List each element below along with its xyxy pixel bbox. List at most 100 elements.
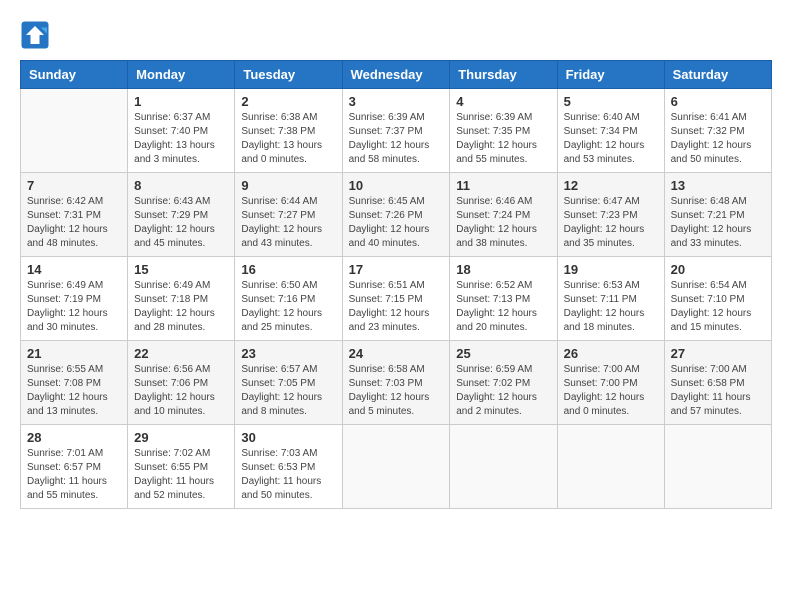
- day-info: Sunrise: 6:48 AMSunset: 7:21 PMDaylight:…: [671, 195, 765, 251]
- calendar-cell: 3 Sunrise: 6:39 AMSunset: 7:37 PMDaylight…: [342, 89, 450, 173]
- calendar-cell: 11 Sunrise: 6:46 AMSunset: 7:24 PMDayligh…: [450, 173, 557, 257]
- calendar: SundayMondayTuesdayWednesdayThursdayFrid…: [20, 60, 772, 509]
- day-number: 5: [564, 94, 658, 109]
- day-info: Sunrise: 6:43 AMSunset: 7:29 PMDaylight:…: [134, 195, 228, 251]
- day-info: Sunrise: 6:46 AMSunset: 7:24 PMDaylight:…: [456, 195, 550, 251]
- calendar-cell: 21 Sunrise: 6:55 AMSunset: 7:08 PMDayligh…: [21, 341, 128, 425]
- calendar-cell: 29 Sunrise: 7:02 AMSunset: 6:55 PMDayligh…: [128, 425, 235, 509]
- calendar-cell: 27Sunrise: 7:00 AMSunset: 6:58 PMDayligh…: [664, 341, 771, 425]
- day-info: Sunrise: 6:45 AMSunset: 7:26 PMDaylight:…: [349, 195, 444, 251]
- column-header-thursday: Thursday: [450, 61, 557, 89]
- day-number: 17: [349, 262, 444, 277]
- day-number: 16: [241, 262, 335, 277]
- calendar-cell: 4 Sunrise: 6:39 AMSunset: 7:35 PMDaylight…: [450, 89, 557, 173]
- day-info: Sunrise: 7:00 AMSunset: 6:58 PMDaylight:…: [671, 363, 765, 419]
- day-info: Sunrise: 7:00 AMSunset: 7:00 PMDaylight:…: [564, 363, 658, 419]
- day-info: Sunrise: 6:37 AMSunset: 7:40 PMDaylight:…: [134, 111, 228, 167]
- day-number: 2: [241, 94, 335, 109]
- day-info: Sunrise: 6:53 AMSunset: 7:11 PMDaylight:…: [564, 279, 658, 335]
- day-info: Sunrise: 6:56 AMSunset: 7:06 PMDaylight:…: [134, 363, 228, 419]
- day-info: Sunrise: 6:54 AMSunset: 7:10 PMDaylight:…: [671, 279, 765, 335]
- calendar-cell: 26 Sunrise: 7:00 AMSunset: 7:00 PMDayligh…: [557, 341, 664, 425]
- day-info: Sunrise: 6:55 AMSunset: 7:08 PMDaylight:…: [27, 363, 121, 419]
- day-number: 6: [671, 94, 765, 109]
- calendar-cell: 12 Sunrise: 6:47 AMSunset: 7:23 PMDayligh…: [557, 173, 664, 257]
- day-number: 15: [134, 262, 228, 277]
- calendar-cell: 20 Sunrise: 6:54 AMSunset: 7:10 PMDayligh…: [664, 257, 771, 341]
- day-number: 18: [456, 262, 550, 277]
- day-number: 21: [27, 346, 121, 361]
- calendar-week-row: 7 Sunrise: 6:42 AMSunset: 7:31 PMDaylight…: [21, 173, 772, 257]
- calendar-cell: 19 Sunrise: 6:53 AMSunset: 7:11 PMDayligh…: [557, 257, 664, 341]
- day-number: 23: [241, 346, 335, 361]
- calendar-cell: 1Sunrise: 6:37 AMSunset: 7:40 PMDaylight…: [128, 89, 235, 173]
- calendar-week-row: 14 Sunrise: 6:49 AMSunset: 7:19 PMDayligh…: [21, 257, 772, 341]
- day-info: Sunrise: 6:50 AMSunset: 7:16 PMDaylight:…: [241, 279, 335, 335]
- day-info: Sunrise: 6:57 AMSunset: 7:05 PMDaylight:…: [241, 363, 335, 419]
- day-number: 26: [564, 346, 658, 361]
- calendar-cell: 9 Sunrise: 6:44 AMSunset: 7:27 PMDaylight…: [235, 173, 342, 257]
- calendar-cell: 28 Sunrise: 7:01 AMSunset: 6:57 PMDayligh…: [21, 425, 128, 509]
- calendar-cell: [342, 425, 450, 509]
- calendar-cell: 5 Sunrise: 6:40 AMSunset: 7:34 PMDaylight…: [557, 89, 664, 173]
- day-info: Sunrise: 6:58 AMSunset: 7:03 PMDaylight:…: [349, 363, 444, 419]
- calendar-cell: [664, 425, 771, 509]
- day-number: 12: [564, 178, 658, 193]
- day-number: 14: [27, 262, 121, 277]
- column-header-friday: Friday: [557, 61, 664, 89]
- day-number: 13: [671, 178, 765, 193]
- calendar-cell: 6 Sunrise: 6:41 AMSunset: 7:32 PMDaylight…: [664, 89, 771, 173]
- calendar-cell: 24 Sunrise: 6:58 AMSunset: 7:03 PMDayligh…: [342, 341, 450, 425]
- day-info: Sunrise: 7:02 AMSunset: 6:55 PMDaylight:…: [134, 447, 228, 503]
- calendar-cell: 22 Sunrise: 6:56 AMSunset: 7:06 PMDayligh…: [128, 341, 235, 425]
- day-number: 24: [349, 346, 444, 361]
- day-info: Sunrise: 7:01 AMSunset: 6:57 PMDaylight:…: [27, 447, 121, 503]
- day-number: 28: [27, 430, 121, 445]
- column-header-monday: Monday: [128, 61, 235, 89]
- logo: [20, 20, 54, 50]
- day-info: Sunrise: 6:38 AMSunset: 7:38 PMDaylight:…: [241, 111, 335, 167]
- day-info: Sunrise: 6:49 AMSunset: 7:18 PMDaylight:…: [134, 279, 228, 335]
- calendar-cell: 30Sunrise: 7:03 AMSunset: 6:53 PMDayligh…: [235, 425, 342, 509]
- day-info: Sunrise: 6:51 AMSunset: 7:15 PMDaylight:…: [349, 279, 444, 335]
- calendar-week-row: 28 Sunrise: 7:01 AMSunset: 6:57 PMDayligh…: [21, 425, 772, 509]
- calendar-cell: [450, 425, 557, 509]
- calendar-week-row: 21 Sunrise: 6:55 AMSunset: 7:08 PMDayligh…: [21, 341, 772, 425]
- calendar-week-row: 1Sunrise: 6:37 AMSunset: 7:40 PMDaylight…: [21, 89, 772, 173]
- calendar-cell: 8 Sunrise: 6:43 AMSunset: 7:29 PMDaylight…: [128, 173, 235, 257]
- day-info: Sunrise: 6:39 AMSunset: 7:37 PMDaylight:…: [349, 111, 444, 167]
- day-number: 8: [134, 178, 228, 193]
- day-number: 10: [349, 178, 444, 193]
- calendar-cell: 17 Sunrise: 6:51 AMSunset: 7:15 PMDayligh…: [342, 257, 450, 341]
- day-number: 11: [456, 178, 550, 193]
- day-info: Sunrise: 6:52 AMSunset: 7:13 PMDaylight:…: [456, 279, 550, 335]
- day-number: 9: [241, 178, 335, 193]
- calendar-cell: [21, 89, 128, 173]
- day-info: Sunrise: 6:41 AMSunset: 7:32 PMDaylight:…: [671, 111, 765, 167]
- day-number: 30: [241, 430, 335, 445]
- calendar-cell: 2 Sunrise: 6:38 AMSunset: 7:38 PMDaylight…: [235, 89, 342, 173]
- calendar-header-row: SundayMondayTuesdayWednesdayThursdayFrid…: [21, 61, 772, 89]
- column-header-sunday: Sunday: [21, 61, 128, 89]
- calendar-cell: 7 Sunrise: 6:42 AMSunset: 7:31 PMDaylight…: [21, 173, 128, 257]
- day-number: 4: [456, 94, 550, 109]
- day-number: 19: [564, 262, 658, 277]
- day-info: Sunrise: 6:47 AMSunset: 7:23 PMDaylight:…: [564, 195, 658, 251]
- day-number: 3: [349, 94, 444, 109]
- logo-icon: [20, 20, 50, 50]
- day-info: Sunrise: 6:40 AMSunset: 7:34 PMDaylight:…: [564, 111, 658, 167]
- calendar-cell: 25Sunrise: 6:59 AMSunset: 7:02 PMDayligh…: [450, 341, 557, 425]
- day-number: 22: [134, 346, 228, 361]
- calendar-cell: 14 Sunrise: 6:49 AMSunset: 7:19 PMDayligh…: [21, 257, 128, 341]
- calendar-cell: [557, 425, 664, 509]
- calendar-cell: 10 Sunrise: 6:45 AMSunset: 7:26 PMDayligh…: [342, 173, 450, 257]
- day-number: 20: [671, 262, 765, 277]
- day-number: 7: [27, 178, 121, 193]
- day-info: Sunrise: 6:42 AMSunset: 7:31 PMDaylight:…: [27, 195, 121, 251]
- day-info: Sunrise: 6:39 AMSunset: 7:35 PMDaylight:…: [456, 111, 550, 167]
- calendar-cell: 13 Sunrise: 6:48 AMSunset: 7:21 PMDayligh…: [664, 173, 771, 257]
- day-number: 29: [134, 430, 228, 445]
- day-info: Sunrise: 6:44 AMSunset: 7:27 PMDaylight:…: [241, 195, 335, 251]
- calendar-cell: 18 Sunrise: 6:52 AMSunset: 7:13 PMDayligh…: [450, 257, 557, 341]
- day-info: Sunrise: 6:49 AMSunset: 7:19 PMDaylight:…: [27, 279, 121, 335]
